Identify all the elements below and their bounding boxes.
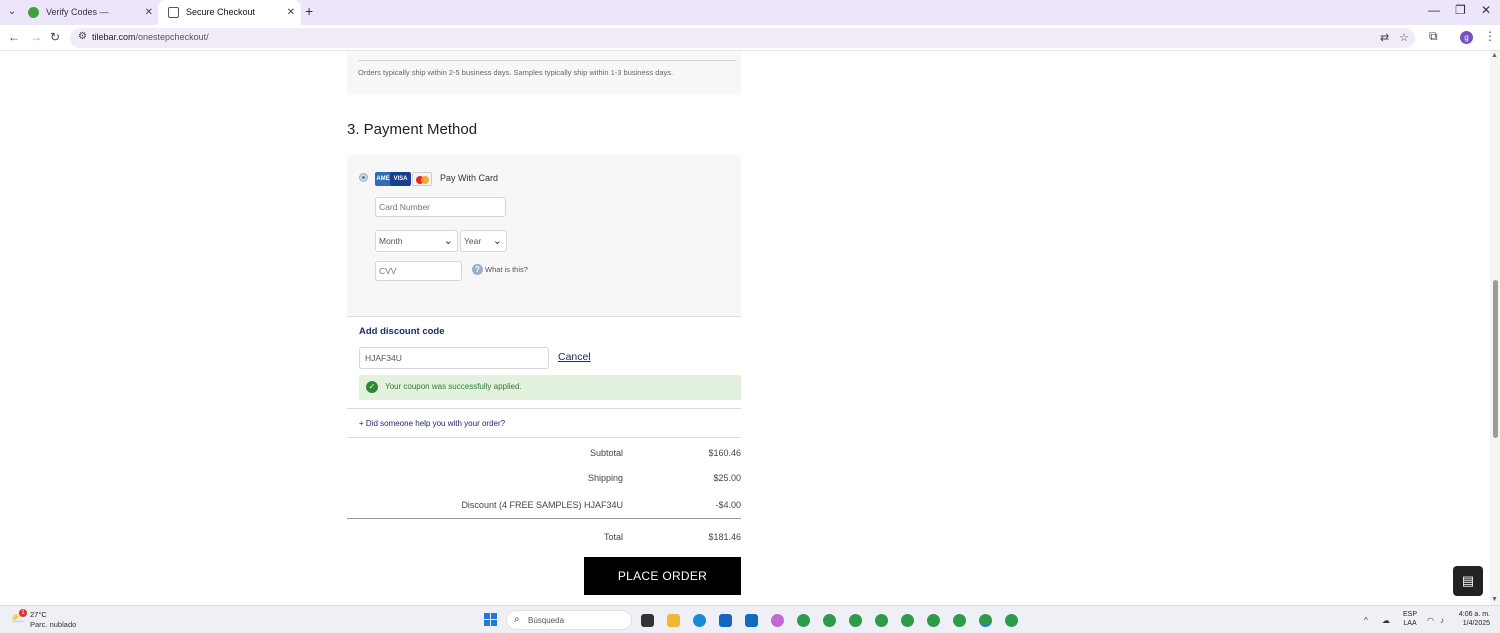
shipping-label: Shipping (587, 473, 623, 483)
url-text: tilebar.com/onestepcheckout/ (92, 32, 209, 42)
windows-start-icon[interactable] (484, 613, 498, 627)
wifi-icon[interactable]: ◠ (1427, 616, 1434, 625)
browser-tab-strip: ⌄ Verify Codes — SimplyCodes ✕ Secure Ch… (0, 0, 1500, 42)
close-tab-icon[interactable]: ✕ (145, 0, 153, 25)
card-number-input[interactable]: Card Number (375, 197, 506, 217)
browser-menu-icon[interactable]: ⋮ (1484, 29, 1496, 43)
chrome-icon[interactable] (1005, 614, 1018, 627)
pay-with-card-label[interactable]: Pay With Card (440, 173, 498, 183)
new-tab-icon[interactable]: + (305, 3, 313, 19)
restore-icon[interactable]: ❐ (1455, 3, 1466, 17)
back-icon[interactable]: ← (8, 30, 20, 44)
visa-card-icon: VISA (390, 172, 411, 186)
total-value: $181.46 (708, 532, 741, 542)
chat-icon[interactable]: ▤ (1453, 566, 1483, 596)
year-value: Year (464, 236, 482, 246)
place-order-button[interactable]: PLACE ORDER (584, 557, 741, 595)
close-window-icon[interactable]: ✕ (1481, 3, 1491, 17)
chevron-down-icon: ⌄ (443, 235, 453, 247)
tilebar-favicon-icon (168, 7, 179, 18)
minimize-icon[interactable]: — (1428, 3, 1440, 17)
weather-temp[interactable]: 27°C (30, 610, 47, 619)
subtotal-label: Subtotal (589, 448, 623, 458)
mastercard-card-icon (412, 172, 432, 186)
discount-code-input[interactable]: HJAF34U (359, 347, 549, 369)
chrome-icon[interactable] (849, 614, 862, 627)
task-view-icon[interactable] (641, 614, 654, 627)
site-info-icon[interactable]: ⚙ (78, 31, 87, 42)
language-indicator[interactable]: ESP LAA (1403, 610, 1417, 628)
taskbar-search-box[interactable]: ⌕ Búsqueda (506, 610, 632, 630)
chevron-down-icon: ⌄ (492, 235, 502, 247)
shipping-note: Orders typically ship within 2-5 busines… (358, 68, 674, 77)
pay-with-card-radio[interactable] (359, 173, 368, 182)
expiry-year-select[interactable]: Year ⌄ (460, 230, 507, 252)
weather-alert-badge: 1 (19, 609, 27, 617)
chrome-icon[interactable] (823, 614, 836, 627)
success-text: Your coupon was successfully applied. (385, 382, 522, 391)
reload-icon[interactable]: ↻ (50, 30, 60, 44)
address-toolbar: ← → ↻ ⚙ tilebar.com/onestepcheckout/ ⇄ ☆… (0, 25, 1500, 51)
divider (358, 60, 736, 61)
chrome-icon[interactable] (901, 614, 914, 627)
scroll-down-arrow-icon[interactable]: ▼ (1491, 596, 1498, 603)
chrome-icon[interactable] (953, 614, 966, 627)
divider (347, 408, 741, 409)
outlook-icon[interactable] (745, 614, 758, 627)
volume-icon[interactable]: ♪ (1440, 616, 1444, 625)
scrollbar-thumb[interactable] (1493, 280, 1498, 438)
chrome-icon[interactable] (927, 614, 940, 627)
month-value: Month (379, 236, 403, 246)
weather-desc[interactable]: Parc. nublado (30, 620, 76, 629)
coupon-success-message: ✓ Your coupon was successfully applied. (359, 375, 741, 400)
subtotal-value: $160.46 (708, 448, 741, 458)
discount-title: Add discount code (359, 326, 445, 337)
onedrive-icon[interactable]: ☁ (1382, 616, 1390, 625)
search-placeholder: Búsqueda (528, 616, 565, 625)
discount-value: -$4.00 (715, 500, 741, 510)
expiry-month-select[interactable]: Month ⌄ (375, 230, 458, 252)
profile-avatar[interactable]: g (1460, 31, 1473, 44)
chrome-icon-active[interactable] (979, 614, 992, 627)
total-label: Total (603, 532, 623, 542)
divider (347, 437, 741, 438)
shipping-info-box: Orders typically ship within 2-5 busines… (347, 51, 741, 95)
tab-title: Secure Checkout (186, 7, 256, 17)
shipping-value: $25.00 (713, 473, 741, 483)
cvv-help-link[interactable]: What is this? (485, 265, 528, 274)
file-explorer-icon[interactable] (667, 614, 680, 627)
forward-icon[interactable]: → (30, 30, 42, 44)
copilot-icon[interactable] (771, 614, 784, 627)
bookmark-star-icon[interactable]: ☆ (1399, 31, 1409, 44)
discount-label: Discount (4 FREE SAMPLES) HJAF34U (461, 500, 623, 510)
help-question-icon[interactable]: ? (472, 264, 483, 275)
tab-secure-checkout[interactable]: Secure Checkout ✕ (158, 0, 301, 25)
helper-toggle-link[interactable]: + Did someone help you with your order? (359, 419, 505, 428)
payment-section-title: 3. Payment Method (347, 121, 478, 138)
close-tab-icon[interactable]: ✕ (287, 0, 295, 25)
checkmark-icon: ✓ (366, 381, 378, 393)
chrome-icon[interactable] (797, 614, 810, 627)
total-divider (347, 518, 741, 519)
payment-method-box: AMEX VISA Pay With Card Card Number Mont… (347, 155, 741, 317)
search-icon: ⌕ (514, 614, 520, 625)
system-clock[interactable]: 4:06 a. m. 1/4/2025 (1459, 610, 1490, 628)
windows-taskbar: ⛅ 1 27°C Parc. nublado ⌕ Búsqueda ^ ☁ ES… (0, 605, 1500, 633)
extensions-icon[interactable]: ⧉ (1429, 29, 1438, 44)
tray-overflow-icon[interactable]: ^ (1364, 616, 1368, 625)
cvv-input[interactable]: CVV (375, 261, 462, 281)
simplycodes-favicon-icon (28, 7, 39, 18)
tab-simplycodes[interactable]: Verify Codes — SimplyCodes ✕ (18, 0, 159, 42)
chrome-icon[interactable] (875, 614, 888, 627)
edge-icon[interactable] (693, 614, 706, 627)
store-icon[interactable] (719, 614, 732, 627)
cancel-discount-link[interactable]: Cancel (558, 351, 591, 363)
url-bar[interactable]: ⚙ tilebar.com/onestepcheckout/ ⇄ ☆ (70, 28, 1415, 48)
scroll-up-arrow-icon[interactable]: ▲ (1491, 52, 1498, 59)
translate-icon[interactable]: ⇄ (1380, 31, 1389, 44)
